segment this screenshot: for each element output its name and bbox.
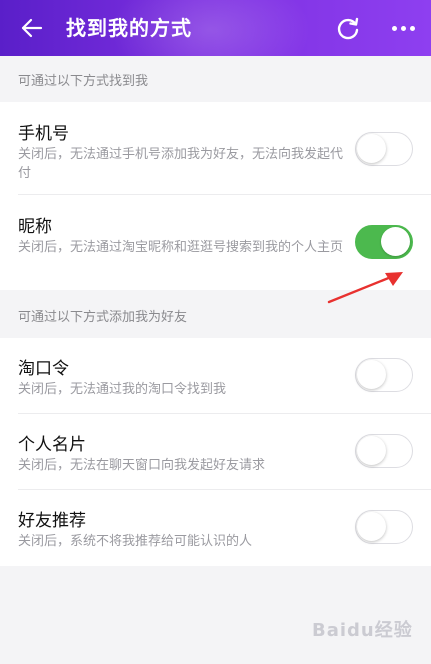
setting-row-business-card: 个人名片 关闭后，无法在聊天窗口向我发起好友请求	[0, 414, 431, 490]
more-dot	[400, 25, 406, 31]
friend-recommend-toggle[interactable]	[355, 510, 413, 544]
toggle-knob	[357, 436, 386, 465]
toggle-knob	[357, 360, 386, 389]
refresh-icon	[337, 17, 359, 40]
setting-desc: 关闭后，无法通过手机号添加我为好友，无法向我发起代付	[18, 147, 344, 181]
setting-desc: 关闭后，系统不将我推荐给可能认识的人	[18, 534, 253, 549]
more-button[interactable]	[384, 10, 422, 46]
refresh-button[interactable]	[330, 10, 366, 46]
setting-desc: 关闭后，无法在聊天窗口向我发起好友请求	[18, 458, 266, 473]
setting-title: 手机号	[18, 124, 69, 144]
setting-desc: 关闭后，无法通过淘宝昵称和逛逛号搜索到我的个人主页	[18, 240, 344, 255]
setting-desc: 关闭后，无法通过我的淘口令找到我	[18, 382, 227, 397]
add-friend-card: 淘口令 关闭后，无法通过我的淘口令找到我 个人名片 关闭后，无法在聊天窗口向我发…	[0, 338, 431, 566]
section-header-find-me: 可通过以下方式找到我	[18, 74, 149, 89]
page-title: 找到我的方式	[66, 16, 192, 40]
setting-row-taokouling: 淘口令 关闭后，无法通过我的淘口令找到我	[0, 338, 431, 414]
top-bar: 找到我的方式	[0, 0, 431, 56]
setting-title: 昵称	[18, 217, 52, 237]
annotation-arrow-icon	[327, 272, 403, 304]
toggle-knob	[357, 512, 386, 541]
find-me-card: 手机号 关闭后，无法通过手机号添加我为好友，无法向我发起代付 昵称 关闭后，无法…	[0, 102, 431, 290]
setting-row-phone: 手机号 关闭后，无法通过手机号添加我为好友，无法向我发起代付	[0, 102, 431, 195]
setting-row-friend-recommend: 好友推荐 关闭后，系统不将我推荐给可能认识的人	[0, 490, 431, 566]
nickname-toggle[interactable]	[355, 225, 413, 259]
back-arrow-icon	[21, 18, 43, 38]
taokouling-toggle[interactable]	[355, 358, 413, 392]
back-button[interactable]	[14, 10, 50, 46]
more-dot	[409, 25, 415, 31]
setting-title: 个人名片	[18, 435, 86, 455]
phone-toggle[interactable]	[355, 132, 413, 166]
more-dot	[391, 25, 397, 31]
watermark: Baidu经验	[312, 620, 413, 641]
toggle-knob	[357, 134, 386, 163]
business-card-toggle[interactable]	[355, 434, 413, 468]
setting-title: 淘口令	[18, 359, 69, 379]
toggle-knob	[381, 227, 410, 256]
setting-title: 好友推荐	[18, 511, 86, 531]
